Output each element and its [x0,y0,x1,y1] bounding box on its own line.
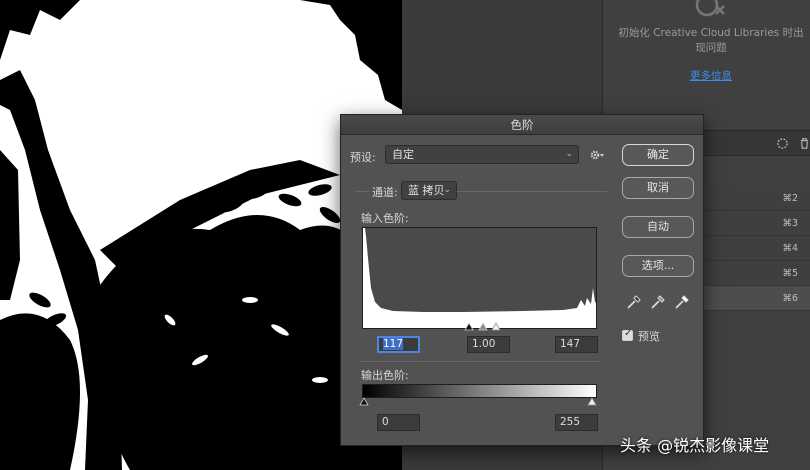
dotted-circle-icon[interactable] [776,137,789,150]
chevron-down-icon: ⌄ [443,185,451,195]
auto-button[interactable]: 自动 [622,216,694,238]
output-gradient [362,384,597,398]
output-black-slider[interactable] [358,396,370,406]
levels-dialog: 色阶 预设: 自定 ⌄ 通道: 蓝 拷贝 ⌄ 输入色阶: 117 1.00 14… [340,114,704,446]
preview-label: 预览 [638,330,660,343]
channel-row[interactable]: ⌘2 [700,186,810,211]
input-black-field[interactable]: 117 [377,336,420,353]
output-white-field[interactable]: 255 [555,414,598,431]
chevron-down-icon: ⌄ [565,149,573,159]
input-levels-label: 输入色阶: [361,212,409,225]
channel-label: 通道: [369,184,401,200]
options-button[interactable]: 选项... [622,255,694,277]
watermark-text: 头条 @锐杰影像课堂 [620,436,770,455]
shortcut-label: ⌘2 [782,193,798,204]
cloud-error-icon [695,0,725,17]
channel-row[interactable]: ⌘4 [700,236,810,261]
channel-select[interactable]: 蓝 拷贝 ⌄ [401,181,457,200]
gear-icon[interactable] [589,148,605,162]
output-white-slider[interactable] [586,396,598,406]
input-black-value: 117 [383,338,404,350]
channel-row-selected[interactable]: ⌘6 [700,286,810,311]
shortcut-label: ⌘4 [782,243,798,254]
channel-row[interactable]: ⌘3 [700,211,810,236]
cancel-button[interactable]: 取消 [622,177,694,199]
preset-label: 预设: [350,151,376,164]
output-black-field[interactable]: 0 [377,414,420,431]
more-info-link[interactable]: 更多信息 [690,68,732,83]
white-eyedropper-icon[interactable] [673,293,691,311]
dialog-title: 色阶 [341,115,703,135]
channel-value: 蓝 拷贝 [408,184,445,197]
shortcut-label: ⌘6 [782,293,798,304]
input-sliders[interactable] [463,320,505,332]
histogram [362,227,597,329]
shortcut-label: ⌘5 [782,268,798,279]
channel-row[interactable]: ⌘5 [700,261,810,286]
preview-checkbox[interactable] [622,328,633,341]
input-white-field[interactable]: 147 [555,336,598,353]
output-levels-label: 输出色阶: [361,369,409,382]
preset-select[interactable]: 自定 ⌄ [385,145,579,164]
library-error-message: 初始化 Creative Cloud Libraries 时出现问题 [618,27,804,54]
divider [361,361,599,362]
ok-button[interactable]: 确定 [622,144,694,166]
shortcut-label: ⌘3 [782,218,798,229]
input-gamma-field[interactable]: 1.00 [467,336,510,353]
gray-eyedropper-icon[interactable] [649,293,667,311]
trash-icon[interactable] [798,137,810,150]
black-eyedropper-icon[interactable] [625,293,643,311]
preset-value: 自定 [392,148,414,161]
